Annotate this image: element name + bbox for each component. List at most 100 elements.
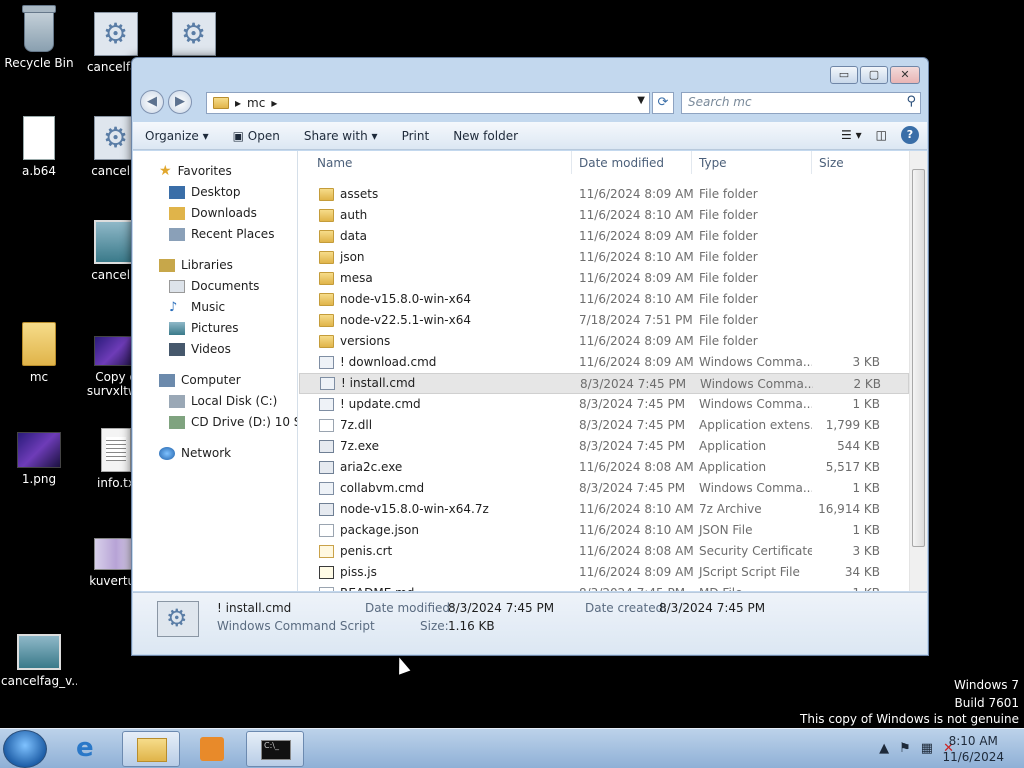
taskbar-explorer[interactable] bbox=[122, 731, 180, 767]
file-row[interactable]: 7z.dll 8/3/2024 7:45 PM Application extens… bbox=[299, 415, 909, 436]
file-row[interactable]: data 11/6/2024 8:09 AM File folder bbox=[299, 226, 909, 247]
breadcrumb-separator[interactable]: ▸ bbox=[271, 96, 277, 110]
open-icon: ▣ bbox=[232, 128, 248, 143]
file-type: File folder bbox=[699, 271, 758, 285]
desktop-icon-a-b64[interactable]: a.b64 bbox=[1, 116, 77, 178]
file-name-cell: mesa bbox=[299, 268, 572, 289]
network-tray-icon[interactable]: ▦ bbox=[921, 741, 933, 756]
file-row[interactable]: ! update.cmd 8/3/2024 7:45 PM Windows Comm… bbox=[299, 394, 909, 415]
view-options-icon[interactable]: ☰ ▾ bbox=[841, 128, 862, 142]
column-date-modified[interactable]: Date modified bbox=[572, 151, 692, 174]
nav-libraries[interactable]: Libraries bbox=[133, 255, 297, 276]
exe-icon bbox=[319, 503, 334, 516]
file-row[interactable]: assets 11/6/2024 8:09 AM File folder bbox=[299, 184, 909, 205]
search-icon[interactable]: ⚲ bbox=[906, 94, 916, 109]
nav-downloads[interactable]: Downloads bbox=[133, 203, 297, 224]
nav-desktop[interactable]: Desktop bbox=[133, 182, 297, 203]
cd-drive-icon bbox=[169, 416, 185, 429]
file-name-cell: ! download.cmd bbox=[299, 352, 572, 373]
refresh-button[interactable]: ⟳ bbox=[652, 92, 674, 114]
action-center-flag-icon[interactable]: ⚑ bbox=[899, 741, 911, 756]
file-name-cell: penis.crt bbox=[299, 541, 572, 562]
print-button[interactable]: Print bbox=[390, 129, 442, 143]
scrollbar-thumb[interactable] bbox=[912, 169, 925, 547]
details-modified-label: Date modified: bbox=[365, 601, 455, 615]
desktop-icon-mc[interactable]: mc bbox=[1, 322, 77, 384]
desktop-icon-script[interactable] bbox=[156, 12, 232, 60]
taskbar-media-player[interactable] bbox=[184, 731, 242, 767]
breadcrumb-separator[interactable]: ▸ bbox=[235, 96, 241, 110]
file-row[interactable]: README.md 8/3/2024 7:45 PMMD File1 KB bbox=[299, 583, 909, 591]
preview-pane-icon[interactable]: ◫ bbox=[876, 128, 887, 142]
nav-documents[interactable]: Documents bbox=[133, 276, 297, 297]
recycle-bin-icon bbox=[22, 5, 56, 52]
command-script-icon bbox=[172, 12, 216, 56]
file-date: 11/6/2024 8:09 AM bbox=[579, 355, 694, 369]
file-row[interactable]: penis.crt 11/6/2024 8:08 AM Security Certi… bbox=[299, 541, 909, 562]
file-row[interactable]: 7z.exe 8/3/2024 7:45 PM Application 544 KB bbox=[299, 436, 909, 457]
open-button[interactable]: ▣ Open bbox=[221, 129, 292, 143]
file-name: README.md bbox=[340, 583, 414, 591]
file-row[interactable]: node-v15.8.0-win-x64 11/6/2024 8:10 AM Fil… bbox=[299, 289, 909, 310]
taskbar-internet-explorer[interactable]: e bbox=[62, 731, 120, 767]
file-row[interactable]: mesa 11/6/2024 8:09 AM File folder bbox=[299, 268, 909, 289]
folder-icon bbox=[137, 738, 167, 762]
nav-network[interactable]: Network bbox=[133, 443, 297, 464]
back-button[interactable]: ◀ bbox=[140, 90, 164, 114]
address-bar[interactable]: ▸ mc ▸ ▼ bbox=[206, 92, 650, 114]
file-row[interactable]: node-v22.5.1-win-x64 7/18/2024 7:51 PM Fil… bbox=[299, 310, 909, 331]
nav-computer[interactable]: Computer bbox=[133, 370, 297, 391]
minimize-button[interactable]: ▭ bbox=[830, 66, 858, 84]
start-button[interactable] bbox=[3, 730, 47, 768]
file-list: Name Date modified Type Size assets 11/6/… bbox=[299, 151, 909, 591]
file-row[interactable]: piss.js 11/6/2024 8:09 AM JScript Script F… bbox=[299, 562, 909, 583]
share-with-button[interactable]: Share with ▾ bbox=[292, 129, 390, 143]
nav-cd-drive[interactable]: CD Drive (D:) 10 Spa bbox=[133, 412, 297, 433]
image-file-icon bbox=[17, 432, 61, 468]
file-row[interactable]: ! download.cmd 11/6/2024 8:09 AM Windows C… bbox=[299, 352, 909, 373]
file-name-cell: package.json bbox=[299, 520, 572, 541]
organize-button[interactable]: Organize ▾ bbox=[133, 129, 221, 143]
file-size bbox=[812, 226, 880, 247]
taskbar-command-prompt[interactable]: C:\_ bbox=[246, 731, 304, 767]
file-row[interactable]: node-v15.8.0-win-x64.7z 11/6/2024 8:10 AM… bbox=[299, 499, 909, 520]
help-icon[interactable]: ? bbox=[901, 126, 919, 144]
file-row[interactable]: auth 11/6/2024 8:10 AM File folder bbox=[299, 205, 909, 226]
nav-pictures[interactable]: Pictures bbox=[133, 318, 297, 339]
nav-videos[interactable]: Videos bbox=[133, 339, 297, 360]
vertical-scrollbar[interactable] bbox=[909, 151, 927, 591]
desktop-icon-recycle-bin[interactable]: Recycle Bin bbox=[1, 5, 77, 70]
nav-recent-places[interactable]: Recent Places bbox=[133, 224, 297, 245]
file-row[interactable]: collabvm.cmd 8/3/2024 7:45 PM Windows Comm… bbox=[299, 478, 909, 499]
column-type[interactable]: Type bbox=[692, 151, 812, 174]
folder-icon bbox=[319, 335, 334, 348]
column-size[interactable]: Size bbox=[812, 151, 892, 174]
nav-favorites[interactable]: ★ Favorites bbox=[133, 161, 297, 182]
forward-button[interactable]: ▶ bbox=[168, 90, 192, 114]
close-button[interactable]: ✕ bbox=[890, 66, 920, 84]
file-row[interactable]: ! install.cmd 8/3/2024 7:45 PM Windows Com… bbox=[299, 373, 909, 394]
desktop-icon-1-png[interactable]: 1.png bbox=[1, 432, 77, 486]
show-hidden-icons-icon[interactable]: ▲ bbox=[879, 741, 889, 756]
details-modified-value: 8/3/2024 7:45 PM bbox=[448, 601, 555, 615]
internet-explorer-icon: e bbox=[76, 733, 94, 763]
column-name[interactable]: Name bbox=[299, 151, 572, 174]
file-type: JSON File bbox=[699, 523, 753, 537]
file-row[interactable]: json 11/6/2024 8:10 AM File folder bbox=[299, 247, 909, 268]
address-dropdown-icon[interactable]: ▼ bbox=[637, 95, 645, 106]
file-row[interactable]: package.json 11/6/2024 8:10 AM JSON File 1 … bbox=[299, 520, 909, 541]
file-name-cell: node-v15.8.0-win-x64.7z bbox=[299, 499, 572, 520]
file-name-cell: ! update.cmd bbox=[299, 394, 572, 415]
file-row[interactable]: versions 11/6/2024 8:09 AM File folder bbox=[299, 331, 909, 352]
clock[interactable]: 8:10 AM 11/6/2024 bbox=[942, 733, 1004, 765]
nav-music[interactable]: ♪ Music bbox=[133, 297, 297, 318]
file-row[interactable]: aria2c.exe 11/6/2024 8:08 AM Application 5,… bbox=[299, 457, 909, 478]
maximize-button[interactable]: ▢ bbox=[860, 66, 888, 84]
file-name-cell: node-v22.5.1-win-x64 bbox=[299, 310, 572, 331]
search-input[interactable]: Search mc ⚲ bbox=[681, 92, 921, 114]
breadcrumb-mc[interactable]: mc bbox=[247, 96, 265, 110]
nav-local-disk[interactable]: Local Disk (C:) bbox=[133, 391, 297, 412]
file-name: ! update.cmd bbox=[340, 397, 421, 411]
new-folder-button[interactable]: New folder bbox=[441, 129, 530, 143]
desktop-icon-cancelfag-v[interactable]: cancelfag_v... bbox=[1, 634, 77, 688]
